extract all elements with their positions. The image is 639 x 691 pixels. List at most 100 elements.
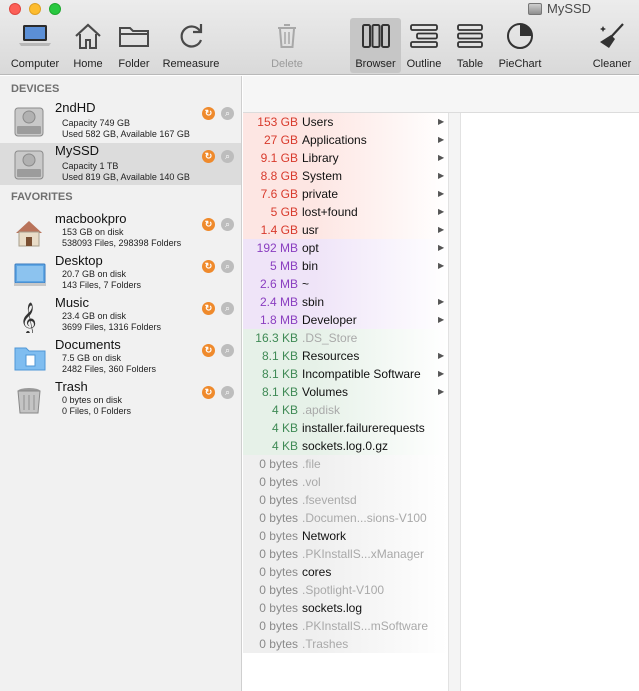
browser-view-button[interactable]: Browser [350,18,401,73]
refresh-icon[interactable]: ↻ [202,107,215,120]
row-size: 0 bytes [259,619,298,633]
row-size: 2.6 MB [259,277,298,291]
browser-row[interactable]: 5 MB bin ▶ [243,257,448,275]
table-view-button[interactable]: Table [452,18,488,73]
row-name: .DS_Store [302,331,358,345]
sidebar-item-myssd[interactable]: MySSD Capacity 1 TB Used 819 GB, Availab… [0,143,241,185]
browser-row[interactable]: 7.6 GB private ▶ [243,185,448,203]
disclosure-arrow-icon[interactable]: ▶ [438,239,444,257]
disclosure-arrow-icon[interactable]: ▶ [438,203,444,221]
sidebar-item-2ndhd[interactable]: 2ndHD Capacity 749 GB Used 582 GB, Avail… [0,100,241,142]
disclosure-arrow-icon[interactable]: ▶ [438,383,444,401]
devices-heading: DEVICES [11,83,60,95]
zoom-window-button[interactable] [49,3,61,15]
row-size: 1.4 GB [260,223,298,237]
refresh-icon[interactable]: ↻ [202,302,215,315]
browser-row[interactable]: 0 bytes .Spotlight-V100 [243,581,448,599]
browser-row[interactable]: 0 bytes cores [243,563,448,581]
refresh-icon [176,18,206,54]
search-icon[interactable]: ⌕ [221,218,234,231]
search-icon[interactable]: ⌕ [221,344,234,357]
piechart-view-button[interactable]: PieChart [494,18,546,73]
search-icon[interactable]: ⌕ [221,260,234,273]
row-name: Library [302,151,339,165]
house-icon [14,217,46,249]
remeasure-button[interactable]: Remeasure [160,18,222,73]
browser-row[interactable]: 0 bytes .Trashes [243,635,448,653]
browser-row[interactable]: 8.1 KB Volumes ▶ [243,383,448,401]
disclosure-arrow-icon[interactable]: ▶ [438,185,444,203]
disclosure-arrow-icon[interactable]: ▶ [438,167,444,185]
close-window-button[interactable] [9,3,21,15]
disclosure-arrow-icon[interactable]: ▶ [438,221,444,239]
disclosure-arrow-icon[interactable]: ▶ [438,113,444,131]
disclosure-arrow-icon[interactable]: ▶ [438,365,444,383]
computer-button[interactable]: Computer [9,18,61,73]
delete-button[interactable]: Delete [266,18,308,73]
refresh-icon[interactable]: ↻ [202,260,215,273]
browser-row[interactable]: 0 bytes .Documen...sions-V100 [243,509,448,527]
sidebar-item-music[interactable]: 𝄞 Music 23.4 GB on disk 3699 Files, 1316… [0,295,241,337]
browser-column: 153 GB Users ▶ 27 GB Applications ▶ 9.1 GB Libr… [243,113,448,691]
browser-row[interactable]: 0 bytes .PKInstallS...xManager [243,545,448,563]
disclosure-arrow-icon[interactable]: ▶ [438,131,444,149]
sidebar-item-trash[interactable]: Trash 0 bytes on disk 0 Files, 0 Folders… [0,379,241,421]
search-icon[interactable]: ⌕ [221,302,234,315]
sidebar-item-macbookpro[interactable]: macbookpro 153 GB on disk 538093 Files, … [0,211,241,253]
refresh-icon[interactable]: ↻ [202,218,215,231]
browser-row[interactable]: 2.4 MB sbin ▶ [243,293,448,311]
disclosure-arrow-icon[interactable]: ▶ [438,347,444,365]
browser-row[interactable]: 2.6 MB ~ [243,275,448,293]
browser-row[interactable]: 0 bytes Network [243,527,448,545]
sidebar-item-desktop[interactable]: Desktop 20.7 GB on disk 143 Files, 7 Fol… [0,253,241,295]
outline-view-button[interactable]: Outline [403,18,445,73]
browser-row[interactable]: 4 KB sockets.log.0.gz [243,437,448,455]
folder-button[interactable]: Folder [114,18,154,73]
browser-row[interactable]: 8.1 KB Incompatible Software ▶ [243,365,448,383]
browser-row[interactable]: 1.4 GB usr ▶ [243,221,448,239]
browser-row[interactable]: 4 KB installer.failurerequests [243,419,448,437]
browser-row[interactable]: 16.3 KB .DS_Store [243,329,448,347]
browser-row[interactable]: 153 GB Users ▶ [243,113,448,131]
browser-row[interactable]: 27 GB Applications ▶ [243,131,448,149]
row-size: 8.1 KB [261,349,298,363]
row-size: 153 GB [257,115,298,129]
row-size: 0 bytes [259,547,298,561]
refresh-icon[interactable]: ↻ [202,386,215,399]
browser-row[interactable]: 8.1 KB Resources ▶ [243,347,448,365]
cleaner-label: Cleaner [592,58,632,70]
home-button[interactable]: Home [68,18,108,73]
column-divider[interactable] [448,113,461,691]
browser-row[interactable]: 0 bytes sockets.log [243,599,448,617]
disclosure-arrow-icon[interactable]: ▶ [438,149,444,167]
refresh-icon[interactable]: ↻ [202,344,215,357]
outline-icon [409,18,439,54]
browser-row[interactable]: 0 bytes .file [243,455,448,473]
browser-row[interactable]: 0 bytes .fseventsd [243,491,448,509]
disclosure-arrow-icon[interactable]: ▶ [438,257,444,275]
favorite-size: 153 GB on disk [62,227,124,237]
row-size: 0 bytes [259,601,298,615]
browser-row[interactable]: 5 GB lost+found ▶ [243,203,448,221]
search-icon[interactable]: ⌕ [221,386,234,399]
row-size: 9.1 GB [260,151,298,165]
device-usage: Used 582 GB, Available 167 GB [62,129,190,139]
search-icon[interactable]: ⌕ [221,150,234,163]
minimize-window-button[interactable] [29,3,41,15]
search-icon[interactable]: ⌕ [221,107,234,120]
row-name: Developer [302,313,357,327]
disclosure-arrow-icon[interactable]: ▶ [438,293,444,311]
browser-row[interactable]: 192 MB opt ▶ [243,239,448,257]
browser-row[interactable]: 4 KB .apdisk [243,401,448,419]
browser-row[interactable]: 9.1 GB Library ▶ [243,149,448,167]
browser-row[interactable]: 8.8 GB System ▶ [243,167,448,185]
browser-row[interactable]: 1.8 MB Developer ▶ [243,311,448,329]
refresh-icon[interactable]: ↻ [202,150,215,163]
sidebar-item-documents[interactable]: Documents 7.5 GB on disk 2482 Files, 360… [0,337,241,379]
broom-icon [597,18,627,54]
cleaner-button[interactable]: Cleaner [588,18,636,73]
browser-row[interactable]: 0 bytes .vol [243,473,448,491]
favorite-name: macbookpro [55,211,127,226]
browser-row[interactable]: 0 bytes .PKInstallS...mSoftware [243,617,448,635]
disclosure-arrow-icon[interactable]: ▶ [438,311,444,329]
